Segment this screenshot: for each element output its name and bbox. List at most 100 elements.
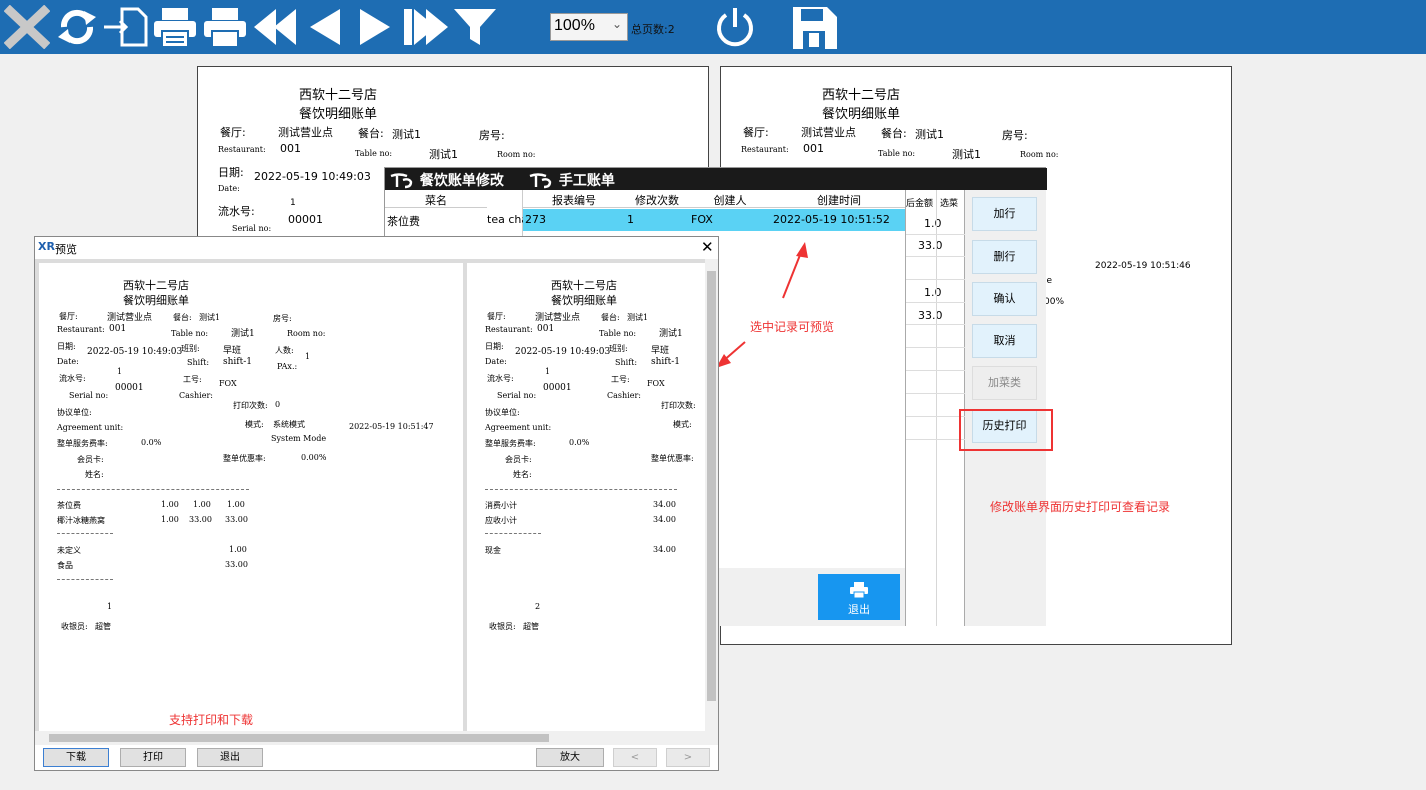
zoom-in-button[interactable]: 放大 [536,748,604,767]
tab-manual-bill[interactable]: 手工账单 [528,170,615,190]
save-icon[interactable] [791,5,837,49]
preview-canvas: 西软十二号店 餐饮明细账单 餐厅: 测试营业点 餐台: 测试1 房号: Rest… [35,259,718,745]
restaurant-en-label: Restaurant: [218,145,266,154]
add-dish-category-button[interactable]: 加菜类 [972,366,1037,400]
chevron-down-icon: ⌄ [611,17,622,31]
restaurant-label-2: 餐厅: [743,126,769,139]
brand-logo-icon [529,173,552,189]
pv2-table: 测试1 [627,313,649,322]
pv1-cashier-sign-label: 收银员: [61,622,88,631]
pv1-pax-en: PAx.: [277,362,298,371]
pv1-date-label: 日期: [57,342,76,351]
pv1-mode-label: 模式: [245,420,264,429]
store-name: 西软十二号店 [299,88,378,103]
pv1-mode-en: System Mode [271,434,327,443]
first-page-icon[interactable] [252,5,298,49]
preview-exit-button[interactable]: 退出 [197,748,263,767]
export-icon[interactable] [102,5,148,49]
horizontal-scrollbar[interactable] [35,731,718,745]
pv1-date-en: Date: [57,357,79,366]
date-en-label: Date: [218,184,240,193]
pv2-cash: 34.00 [653,545,676,554]
pv2-cashier-sign-label: 收银员: [489,622,516,631]
preview-titlebar: XR 预览 ✕ [35,237,718,259]
pv2-date: 2022-05-19 10:49:03 [515,347,611,357]
pv2-shift-label: 班别: [609,344,628,353]
print-icon[interactable] [202,5,248,49]
close-icon[interactable]: ✕ [701,238,714,256]
pv1-shift: 早班 [223,346,242,356]
pv2-shift-en: Shift: [615,358,638,367]
last-page-icon[interactable] [402,5,448,49]
serial-no: 1 [290,198,296,208]
pv2-subtotal-label: 消费小计 [485,501,517,510]
pv1-item2-name: 椰汁冰糖燕窝 [57,516,105,525]
refresh-icon[interactable] [54,5,100,49]
pv1-restaurant-label: 餐厅: [59,312,78,321]
preview-page-1: 西软十二号店 餐饮明细账单 餐厅: 测试营业点 餐台: 测试1 房号: Rest… [39,263,463,731]
exit-button[interactable]: 退出 [818,574,900,620]
print-setup-icon[interactable] [152,5,198,49]
divider [57,489,249,490]
preview-title: 预览 [55,243,77,256]
prev-page-icon[interactable] [302,5,348,49]
table-label: 餐台: [358,127,384,140]
dish-row-name[interactable]: 茶位费 [385,209,487,231]
annotation-select-preview: 选中记录可预览 [750,320,835,334]
pv2-page-no: 2 [535,602,541,611]
power-icon[interactable] [712,5,758,49]
pv2-restaurant: 测试营业点 [535,313,581,323]
add-row-button[interactable]: 加行 [972,197,1037,231]
pv2-cashier-en: Cashier: [607,391,641,400]
delete-row-button[interactable]: 删行 [972,240,1037,274]
pv1-shift-code: shift-1 [223,357,253,367]
pv2-member-label: 会员卡: [505,455,532,464]
pv2-store: 西软十二号店 [551,279,617,292]
pv2-serial-en: Serial no: [497,391,537,400]
room-en-label: Room no: [497,150,536,159]
print-button[interactable]: 打印 [120,748,186,767]
pv2-agreement-label: 协议单位: [485,408,520,417]
pv2-restaurant-code: 001 [537,324,555,334]
divider [57,533,113,534]
cell-edit-count: 1 [627,213,634,226]
scrollbar-thumb[interactable] [49,734,549,742]
pv1-group1-name: 未定义 [57,546,81,555]
restaurant-value: 测试营业点 [278,126,333,139]
prev-page-button[interactable]: < [613,748,657,767]
tab-meal-bill-edit[interactable]: 餐饮账单修改 [389,170,504,190]
filter-icon[interactable] [452,5,498,49]
pv1-serial-label: 流水号: [59,374,86,383]
next-page-button[interactable]: > [666,748,710,767]
pv2-cashier: FOX [647,379,665,388]
pv2-restaurant-en: Restaurant: [485,325,533,334]
pv2-name-label: 姓名: [513,470,532,479]
cancel-button[interactable]: 取消 [972,324,1037,358]
pv1-table-2: 测试1 [231,329,255,339]
vertical-scrollbar[interactable] [705,259,718,731]
col-create-time: 创建时间 [771,190,907,208]
table-value-2: 测试1 [429,148,458,161]
pv2-serial-label: 流水号: [487,374,514,383]
confirm-button[interactable]: 确认 [972,282,1037,316]
pv2-restaurant-label: 餐厅: [487,312,506,321]
col-edit-count: 修改次数 [625,190,689,208]
pv2-agreement-en: Agreement unit: [485,423,552,432]
room-en-label-2: Room no: [1020,150,1059,159]
next-page-icon[interactable] [352,5,398,49]
pv1-pax: 1 [305,352,311,361]
pv1-agreement-en: Agreement unit: [57,423,124,432]
highlight-box [959,409,1053,451]
col-report-no: 报表编号 [523,190,625,208]
preview-dialog: XR 预览 ✕ 西软十二号店 餐饮明细账单 餐厅: 测试营业点 餐台: 测试1 … [34,236,719,771]
pv2-serial-code: 00001 [543,383,572,393]
scrollbar-thumb[interactable] [707,271,716,701]
download-button[interactable]: 下载 [43,748,109,767]
pv2-receivable: 34.00 [653,515,676,524]
tab-meal-bill-edit-label: 餐饮账单修改 [419,173,504,189]
zoom-select[interactable]: 100% ⌄ [550,13,628,41]
col-amount-after: 后金额 [906,199,934,209]
preview-page-2: 西软十二号店 餐饮明细账单 餐厅: 测试营业点 餐台: 测试1 Restaura… [467,263,705,731]
close-icon[interactable] [3,4,51,50]
pv2-date-en: Date: [485,357,507,366]
